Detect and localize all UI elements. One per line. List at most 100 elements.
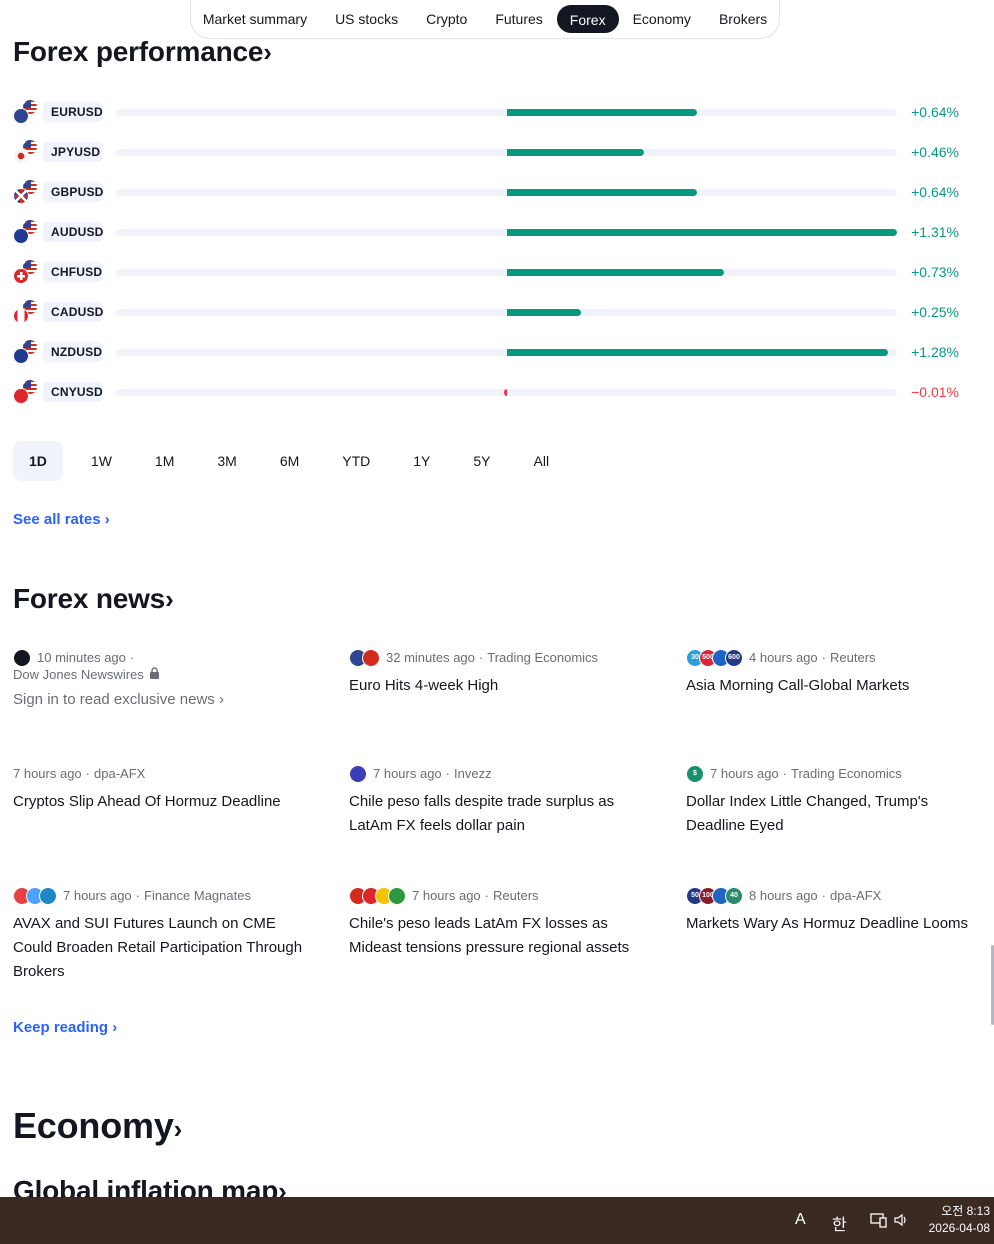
sign-in-link[interactable]: Sign in to read exclusive news ›: [13, 691, 303, 708]
forex-row-chfusd[interactable]: CHFUSD +0.73%: [13, 252, 973, 292]
news-time: 7 hours ago: [13, 766, 82, 781]
forex-row-nzdusd[interactable]: NZDUSD +1.28%: [13, 332, 973, 372]
chevron-right-icon: ›: [173, 1114, 183, 1144]
separator-dot: ·: [821, 650, 827, 665]
news-item[interactable]: 7 hours ago · dpa-AFX Cryptos Slip Ahead Of…: [13, 764, 303, 814]
pair-symbol[interactable]: AUDUSD: [43, 222, 103, 242]
australia-flag-icon: [13, 228, 29, 244]
news-source-line: Dow Jones Newswires: [13, 665, 303, 685]
period-1w[interactable]: 1W: [76, 441, 127, 481]
change-percent: +1.28%: [911, 344, 959, 360]
tab-futures[interactable]: Futures: [481, 5, 556, 33]
news-headline[interactable]: AVAX and SUI Futures Launch on CME Could…: [13, 912, 303, 984]
ime-hangul-indicator[interactable]: 한: [832, 1211, 847, 1235]
news-headline[interactable]: Chile's peso leads LatAm FX losses as Mi…: [349, 912, 639, 960]
forex-news-title[interactable]: Forex news›: [13, 583, 174, 615]
pair-symbol[interactable]: EURUSD: [43, 102, 103, 122]
period-1d[interactable]: 1D: [13, 441, 63, 481]
tab-economy[interactable]: Economy: [619, 5, 705, 33]
inflation-map-title[interactable]: Global inflation map›: [13, 1174, 287, 1197]
keep-reading-link[interactable]: Keep reading ›: [13, 1019, 117, 1036]
performance-bar: [506, 109, 698, 116]
ime-mode-indicator[interactable]: A: [795, 1211, 806, 1229]
news-source: Reuters: [830, 650, 876, 665]
period-all[interactable]: All: [519, 441, 565, 481]
news-headline[interactable]: Markets Wary As Hormuz Deadline Looms: [686, 912, 976, 936]
news-headline[interactable]: Euro Hits 4-week High: [349, 674, 639, 698]
news-item[interactable]: 32 minutes ago · Trading Economics Euro Hit…: [349, 648, 639, 698]
pair-symbol[interactable]: CHFUSD: [43, 262, 103, 282]
news-headline[interactable]: Dollar Index Little Changed, Trump's Dea…: [686, 790, 976, 838]
see-all-rates-link[interactable]: See all rates ›: [13, 511, 110, 528]
news-time: 8 hours ago: [749, 888, 818, 903]
pair-symbol[interactable]: NZDUSD: [43, 342, 103, 362]
tab-market-summary[interactable]: Market summary: [189, 5, 321, 33]
economy-title[interactable]: Economy›: [13, 1105, 182, 1147]
news-item[interactable]: 50 100 40 8 hours ago · dpa-AFX Markets Wary A…: [686, 886, 976, 936]
forex-row-jpyusd[interactable]: JPYUSD +0.46%: [13, 132, 973, 172]
separator-dot: ·: [478, 650, 484, 665]
separator-dot: ·: [484, 888, 490, 903]
forex-performance-list: EURUSD +0.64% JPYUSD +0.46% GBPUSD +0.64% AUDU…: [13, 92, 973, 412]
forex-row-audusd[interactable]: AUDUSD +1.31%: [13, 212, 973, 252]
period-ytd[interactable]: YTD: [327, 441, 385, 481]
change-percent: +0.64%: [911, 184, 959, 200]
forex-performance-title-text: Forex performance: [13, 36, 264, 67]
forex-row-eurusd[interactable]: EURUSD +0.64%: [13, 92, 973, 132]
period-5y[interactable]: 5Y: [458, 441, 505, 481]
period-1y[interactable]: 1Y: [398, 441, 445, 481]
news-time: 32 minutes ago: [386, 650, 475, 665]
news-item[interactable]: 7 hours ago · Reuters Chile's peso leads La…: [349, 886, 639, 960]
news-time: 7 hours ago: [373, 766, 442, 781]
news-headline[interactable]: Cryptos Slip Ahead Of Hormuz Deadline: [13, 790, 303, 814]
forex-row-gbpusd[interactable]: GBPUSD +0.64%: [13, 172, 973, 212]
forex-row-cnyusd[interactable]: CNYUSD −0.01%: [13, 372, 973, 412]
forex-row-cadusd[interactable]: CADUSD +0.25%: [13, 292, 973, 332]
period-3m[interactable]: 3M: [202, 441, 251, 481]
performance-bar: [506, 189, 698, 196]
chevron-right-icon: ›: [165, 584, 174, 614]
performance-track: [116, 349, 897, 356]
news-source: Trading Economics: [487, 650, 599, 665]
forex-performance-title[interactable]: Forex performance›: [13, 36, 272, 68]
volume-icon[interactable]: [894, 1213, 910, 1232]
news-item[interactable]: $7 hours ago · Trading Economics Dollar Ind…: [686, 764, 976, 838]
uk-flag-icon: [13, 188, 29, 204]
clock-time: 오전 8:13: [941, 1204, 990, 1218]
period-1m[interactable]: 1M: [140, 441, 189, 481]
currency-flags: [13, 219, 39, 245]
performance-track: [116, 389, 897, 396]
performance-track: [116, 189, 897, 196]
news-meta: 7 hours ago · Reuters: [349, 886, 639, 906]
news-meta: 30 500 600 4 hours ago · Reuters: [686, 648, 976, 668]
pair-symbol[interactable]: JPYUSD: [43, 142, 103, 162]
related-symbols: [349, 765, 367, 783]
news-item[interactable]: 7 hours ago · Invezz Chile peso falls despi…: [349, 764, 639, 838]
period-6m[interactable]: 6M: [265, 441, 314, 481]
pair-symbol[interactable]: GBPUSD: [43, 182, 103, 202]
forex-news-title-text: Forex news: [13, 583, 166, 614]
news-item[interactable]: 7 hours ago · Finance Magnates AVAX and SUI…: [13, 886, 303, 984]
period-selector: 1D 1W 1M 3M 6M YTD 1Y 5Y All: [13, 441, 577, 481]
tab-crypto[interactable]: Crypto: [412, 5, 481, 33]
separator-dot: ·: [445, 766, 451, 781]
news-item[interactable]: 30 500 600 4 hours ago · Reuters Asia Morning …: [686, 648, 976, 698]
tab-brokers[interactable]: Brokers: [705, 5, 781, 33]
pair-symbol[interactable]: CADUSD: [43, 302, 103, 322]
news-time: 7 hours ago: [710, 766, 779, 781]
system-clock[interactable]: 오전 8:13 2026-04-08: [929, 1203, 990, 1237]
news-headline[interactable]: Chile peso falls despite trade surplus a…: [349, 790, 639, 838]
tab-forex[interactable]: Forex: [556, 5, 619, 33]
related-symbols: $: [686, 765, 704, 783]
news-time: 7 hours ago: [63, 888, 132, 903]
currency-flags: [13, 339, 39, 365]
symbol-logo-icon: $: [686, 765, 704, 783]
news-item[interactable]: 10 minutes ago · Dow Jones Newswires Sign i…: [13, 648, 303, 708]
related-symbols: [349, 649, 380, 667]
tab-us-stocks[interactable]: US stocks: [321, 5, 412, 33]
pair-symbol[interactable]: CNYUSD: [43, 382, 103, 402]
news-headline[interactable]: Asia Morning Call-Global Markets: [686, 674, 976, 698]
network-icon[interactable]: [870, 1212, 888, 1233]
canada-flag-icon: [13, 308, 29, 324]
separator-dot: ·: [85, 766, 91, 781]
